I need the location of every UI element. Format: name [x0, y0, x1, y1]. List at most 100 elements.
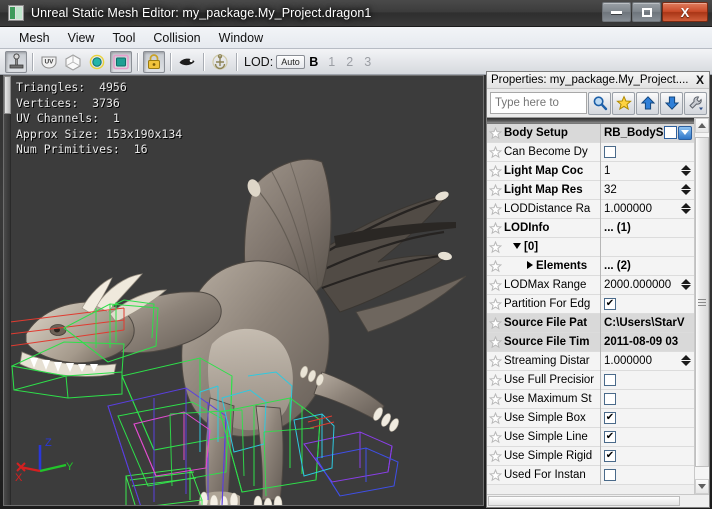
- lod-auto-button[interactable]: Auto: [276, 55, 305, 69]
- arrow-down-icon[interactable]: [660, 92, 683, 115]
- favorite-star-icon[interactable]: [487, 184, 503, 197]
- scrollbar-thumb[interactable]: [695, 137, 709, 467]
- spinner-down-icon[interactable]: [681, 190, 691, 195]
- property-value[interactable]: 32: [601, 181, 694, 200]
- 3d-viewport[interactable]: Triangles: 4956 Vertices: 3736 UV Channe…: [3, 75, 484, 506]
- property-value[interactable]: ✔: [601, 428, 694, 447]
- chevron-right-icon[interactable]: [527, 261, 533, 269]
- property-value[interactable]: 2000.000000: [601, 276, 694, 295]
- combo-controls[interactable]: [664, 126, 692, 140]
- property-value[interactable]: [601, 238, 694, 257]
- property-row[interactable]: Source File PatC:\Users\StarV: [487, 314, 694, 333]
- property-value[interactable]: 1.000000: [601, 352, 694, 371]
- eye-icon[interactable]: [176, 51, 198, 73]
- spinner-down-icon[interactable]: [681, 171, 691, 176]
- property-row[interactable]: LODDistance Ra1.000000: [487, 200, 694, 219]
- property-row[interactable]: Elements... (2): [487, 257, 694, 276]
- uv-icon[interactable]: UV: [38, 51, 60, 73]
- favorite-star-icon[interactable]: [487, 241, 503, 254]
- property-row[interactable]: Use Maximum St: [487, 390, 694, 409]
- chevron-down-icon[interactable]: [513, 243, 521, 249]
- favorite-star-icon[interactable]: [487, 222, 503, 235]
- property-value[interactable]: ... (1): [601, 219, 694, 238]
- favorite-star-icon[interactable]: [487, 469, 503, 482]
- menu-collision[interactable]: Collision: [144, 29, 209, 47]
- lod-level-3[interactable]: 3: [359, 55, 377, 69]
- property-value[interactable]: ... (2): [601, 257, 694, 276]
- wrench-icon[interactable]: [684, 92, 707, 115]
- anchor-icon[interactable]: [209, 51, 231, 73]
- properties-close-icon[interactable]: X: [694, 74, 706, 86]
- spinner-down-icon[interactable]: [681, 361, 691, 366]
- use-selected-asset-button[interactable]: [664, 126, 677, 139]
- pink-square-icon[interactable]: [110, 51, 132, 73]
- property-row[interactable]: Use Simple Line✔: [487, 428, 694, 447]
- favorite-star-icon[interactable]: [487, 355, 503, 368]
- favorite-star-icon[interactable]: [487, 450, 503, 463]
- favorite-star-icon[interactable]: [487, 146, 503, 159]
- favorite-star-icon[interactable]: [487, 203, 503, 216]
- favorite-star-icon[interactable]: [487, 260, 503, 273]
- favorite-star-icon[interactable]: [487, 374, 503, 387]
- yellow-circle-icon[interactable]: [86, 51, 108, 73]
- spinner-up-icon[interactable]: [681, 355, 691, 360]
- close-button[interactable]: X: [662, 2, 708, 22]
- menu-tool[interactable]: Tool: [103, 29, 144, 47]
- spinner-up-icon[interactable]: [681, 279, 691, 284]
- lock-icon[interactable]: [143, 51, 165, 73]
- checkbox[interactable]: [604, 393, 616, 405]
- menu-window[interactable]: Window: [210, 29, 272, 47]
- spinner-stepper[interactable]: [681, 182, 692, 198]
- spinner-stepper[interactable]: [681, 277, 692, 293]
- property-row[interactable]: Use Full Precisior: [487, 371, 694, 390]
- checkbox[interactable]: ✔: [604, 298, 616, 310]
- checkbox[interactable]: [604, 374, 616, 386]
- property-row[interactable]: Source File Tim2011-08-09 03: [487, 333, 694, 352]
- wireframe-cube-icon[interactable]: [62, 51, 84, 73]
- property-value[interactable]: C:\Users\StarV: [601, 314, 694, 333]
- property-row[interactable]: Partition For Edg✔: [487, 295, 694, 314]
- favorite-star-icon[interactable]: [487, 298, 503, 311]
- checkbox[interactable]: [604, 146, 616, 158]
- property-row[interactable]: Use Simple Rigid✔: [487, 447, 694, 466]
- properties-vertical-scrollbar[interactable]: [694, 118, 709, 494]
- maximize-button[interactable]: [632, 2, 661, 22]
- property-value[interactable]: ✔: [601, 447, 694, 466]
- property-value[interactable]: ✔: [601, 409, 694, 428]
- spinner-down-icon[interactable]: [681, 209, 691, 214]
- property-value[interactable]: 1.000000: [601, 200, 694, 219]
- favorite-star-icon[interactable]: [487, 127, 503, 140]
- property-value[interactable]: RB_BodyS: [601, 124, 694, 143]
- property-value[interactable]: 1: [601, 162, 694, 181]
- arrow-up-icon[interactable]: [636, 92, 659, 115]
- lod-level-2[interactable]: 2: [341, 55, 359, 69]
- spinner-stepper[interactable]: [681, 163, 692, 179]
- checkbox[interactable]: ✔: [604, 450, 616, 462]
- property-row[interactable]: Body SetupRB_BodyS: [487, 124, 694, 143]
- property-value[interactable]: [601, 371, 694, 390]
- joystick-icon[interactable]: [5, 51, 27, 73]
- chevron-down-icon[interactable]: [678, 126, 692, 140]
- search-input[interactable]: [490, 92, 587, 114]
- spinner-up-icon[interactable]: [681, 203, 691, 208]
- property-row[interactable]: Streaming Distar1.000000: [487, 352, 694, 371]
- favorite-star-icon[interactable]: [487, 317, 503, 330]
- property-value[interactable]: [601, 466, 694, 485]
- favorite-star-icon[interactable]: [487, 279, 503, 292]
- property-row[interactable]: Can Become Dy: [487, 143, 694, 162]
- horizontal-scrollbar-thumb[interactable]: [488, 496, 680, 506]
- menu-mesh[interactable]: Mesh: [10, 29, 59, 47]
- property-value[interactable]: [601, 143, 694, 162]
- favorite-star-icon[interactable]: [487, 336, 503, 349]
- lod-level-base[interactable]: B: [305, 55, 323, 69]
- properties-horizontal-scrollbar[interactable]: [487, 494, 709, 507]
- menu-view[interactable]: View: [59, 29, 104, 47]
- scroll-down-button[interactable]: [695, 479, 709, 494]
- favorite-star-icon[interactable]: [487, 393, 503, 406]
- scrollbar-track[interactable]: [695, 133, 709, 479]
- property-row[interactable]: LODInfo... (1): [487, 219, 694, 238]
- property-row[interactable]: Used For Instan: [487, 466, 694, 485]
- property-row[interactable]: [0]: [487, 238, 694, 257]
- spinner-down-icon[interactable]: [681, 285, 691, 290]
- spinner-up-icon[interactable]: [681, 165, 691, 170]
